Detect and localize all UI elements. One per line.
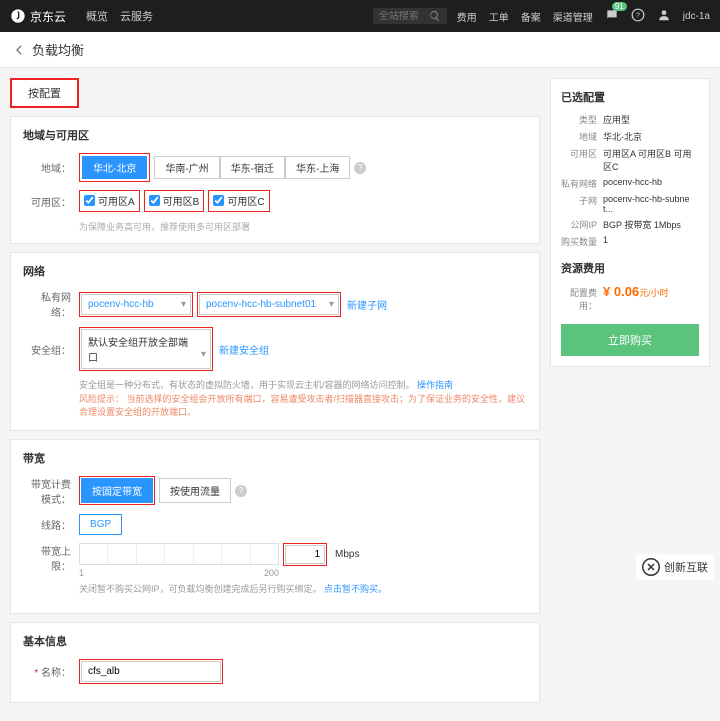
vpc-select[interactable]: pocenv-hcc-hb: [81, 294, 191, 315]
nav-username[interactable]: jdc-1a: [683, 11, 710, 22]
line-label: 线路：: [23, 517, 79, 532]
sg-manual-link[interactable]: 操作指南: [417, 380, 453, 390]
billing-info-icon[interactable]: ?: [235, 485, 247, 497]
sg-highlight: 默认安全组开放全部端口: [79, 327, 213, 371]
bandwidth-title: 带宽: [23, 450, 527, 466]
subnet-select[interactable]: pocenv-hcc-hb-subnet01: [199, 294, 339, 315]
nav-help[interactable]: ?: [631, 8, 645, 25]
watermark: 创新互联: [636, 554, 714, 580]
name-label: * 名称：: [23, 664, 79, 679]
zone-b-checkbox[interactable]: [149, 195, 160, 206]
region-suqian[interactable]: 华东-宿迁: [220, 156, 285, 179]
cap-label: 带宽上限：: [23, 543, 79, 573]
region-title: 地域与可用区: [23, 127, 527, 143]
bw-hint: 关闭暂不购买公网IP，可负载均衡创建完成后另行购买绑定。 点击暂不购买。: [79, 582, 387, 595]
new-subnet-link[interactable]: 新建子网: [347, 297, 387, 312]
name-highlight: [79, 659, 223, 684]
page-title-bar: 负载均衡: [0, 32, 720, 68]
top-header: 京东云 概览 云服务 费用 工单 备案 渠道管理 91 ? jdc-1a: [0, 0, 720, 32]
tabs: 按配置: [10, 78, 540, 108]
cost-title: 资源费用: [561, 260, 699, 276]
search-icon: [429, 10, 441, 22]
zone-c-box: 可用区C: [208, 190, 269, 212]
zone-c-checkbox[interactable]: [213, 195, 224, 206]
vpc-highlight: pocenv-hcc-hb: [79, 292, 193, 317]
summary-title: 已选配置: [561, 89, 699, 105]
bandwidth-slider[interactable]: [79, 543, 279, 565]
top-right-nav: 费用 工单 备案 渠道管理 91 ? jdc-1a: [457, 8, 710, 25]
billing-fixed-button[interactable]: 按固定带宽: [81, 478, 153, 503]
nav-cost[interactable]: 费用: [457, 9, 477, 24]
zone-a[interactable]: 可用区A: [84, 193, 135, 208]
bw-no-buy-link[interactable]: 点击暂不购买。: [324, 584, 387, 594]
zone-b-box: 可用区B: [144, 190, 205, 212]
jdcloud-logo-icon: [10, 8, 26, 24]
nav-backup[interactable]: 备案: [521, 9, 541, 24]
user-icon: [657, 8, 671, 22]
region-beijing[interactable]: 华北-北京: [82, 156, 147, 179]
new-sg-link[interactable]: 新建安全组: [219, 342, 269, 357]
logo-text: 京东云: [30, 8, 66, 25]
billing-label: 带宽计费模式：: [23, 476, 79, 506]
bw-min: 1: [79, 568, 84, 578]
subnet-highlight: pocenv-hcc-hb-subnet01: [197, 292, 341, 317]
bw-max: 200: [264, 568, 279, 578]
nav-overview[interactable]: 概览: [86, 8, 108, 24]
network-section: 网络 私有网络： pocenv-hcc-hb pocenv-hcc-hb-sub…: [10, 252, 540, 431]
zone-label: 可用区：: [23, 194, 79, 209]
tab-by-config[interactable]: 按配置: [10, 78, 79, 108]
region-highlight-box: 华北-北京: [79, 153, 150, 182]
bandwidth-section: 带宽 带宽计费模式： 按固定带宽 按使用流量 ? 线路： BGP 带宽上限：: [10, 439, 540, 614]
watermark-icon: [642, 558, 660, 576]
buy-button[interactable]: 立即购买: [561, 324, 699, 356]
bandwidth-unit: Mbps: [335, 549, 359, 560]
search-box[interactable]: [373, 8, 447, 24]
help-icon: ?: [631, 8, 645, 22]
sg-hint: 安全组是一种分布式、有状态的虚拟防火墙，用于实现云主机/容器的网络访问控制。 操…: [79, 379, 527, 393]
nav-services[interactable]: 云服务: [120, 8, 153, 24]
message-badge: 91: [612, 2, 627, 11]
sg-warning: 风险提示： 当前选择的安全组会开放所有端口，容易遭受攻击者/扫描器直接攻击；为了…: [79, 393, 527, 420]
name-input[interactable]: [81, 661, 221, 682]
bandwidth-input-highlight: [283, 543, 327, 566]
zone-b[interactable]: 可用区B: [149, 193, 200, 208]
nav-order[interactable]: 工单: [489, 9, 509, 24]
region-label: 地域：: [23, 160, 79, 175]
region-info-icon[interactable]: ?: [354, 162, 366, 174]
page-title: 负载均衡: [32, 40, 84, 59]
back-icon[interactable]: [12, 43, 26, 57]
basic-section: 基本信息 * 名称：: [10, 622, 540, 703]
top-nav: 概览 云服务: [86, 8, 153, 24]
summary-panel: 已选配置 类型应用型 地域华北-北京 可用区可用区A 可用区B 可用区C 私有网…: [550, 78, 710, 367]
region-section: 地域与可用区 地域： 华北-北京 华南-广州 华东-宿迁 华东-上海 ? 可用区…: [10, 116, 540, 244]
billing-usage-button[interactable]: 按使用流量: [159, 478, 231, 503]
logo[interactable]: 京东云: [10, 8, 66, 25]
zone-a-box: 可用区A: [79, 190, 140, 212]
nav-user[interactable]: [657, 8, 671, 25]
zone-c[interactable]: 可用区C: [213, 193, 264, 208]
sg-select[interactable]: 默认安全组开放全部端口: [81, 329, 211, 369]
nav-message[interactable]: 91: [605, 8, 619, 25]
region-guangzhou[interactable]: 华南-广州: [154, 156, 219, 179]
svg-text:?: ?: [636, 12, 640, 19]
line-bgp[interactable]: BGP: [79, 514, 122, 535]
region-shanghai[interactable]: 华东-上海: [285, 156, 350, 179]
billing-highlight: 按固定带宽: [79, 476, 155, 505]
zone-a-checkbox[interactable]: [84, 195, 95, 206]
zone-hint: 为保障业务高可用，推荐使用多可用区部署: [79, 220, 527, 233]
vpc-label: 私有网络：: [23, 289, 79, 319]
sg-label: 安全组：: [23, 342, 79, 357]
bandwidth-input[interactable]: [285, 545, 325, 564]
search-input[interactable]: [379, 11, 429, 22]
network-title: 网络: [23, 263, 527, 279]
price: ¥ 0.06元/小时: [603, 284, 669, 299]
nav-channel[interactable]: 渠道管理: [553, 9, 593, 24]
basic-title: 基本信息: [23, 633, 527, 649]
